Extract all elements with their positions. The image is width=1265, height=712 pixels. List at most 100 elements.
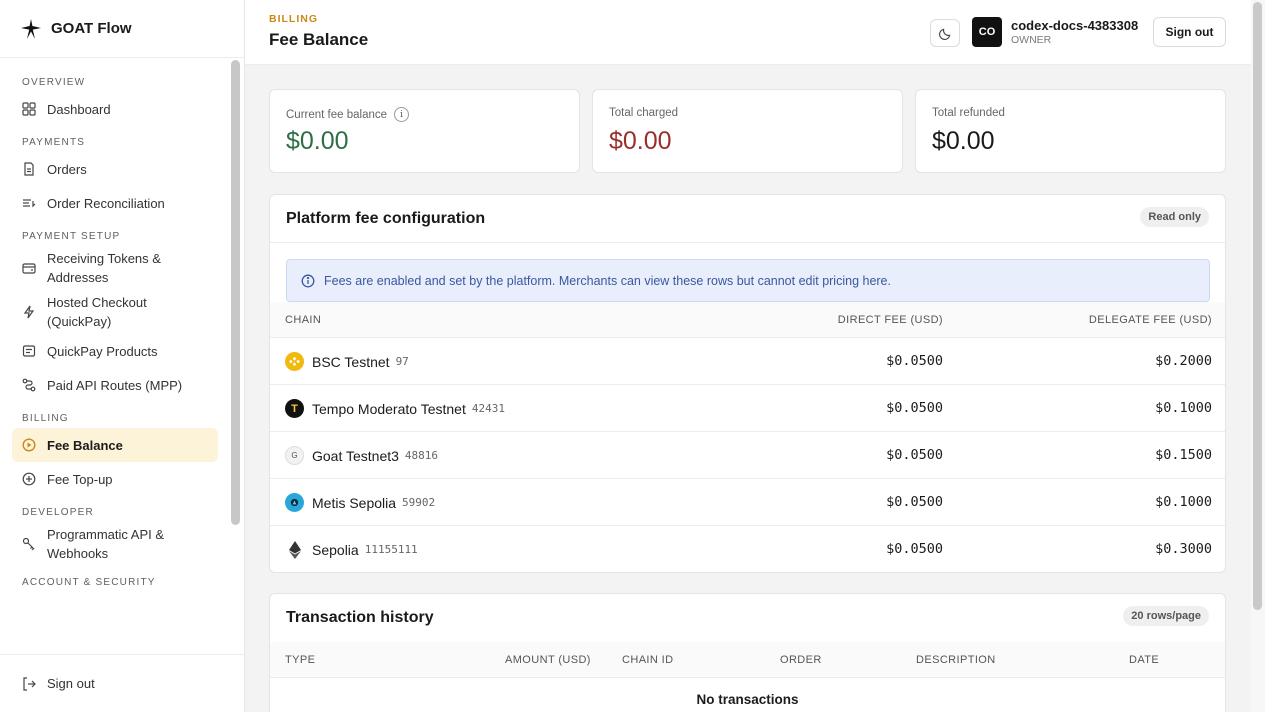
moon-icon [938,28,950,40]
divider [270,242,1225,243]
direct-fee: $0.0500 [886,494,943,510]
section-overview: OVERVIEW [22,77,86,88]
section-billing: BILLING [22,413,69,424]
route-icon [22,378,36,392]
document-icon [22,162,36,176]
col-chain-id: CHAIN ID [622,654,674,666]
delegate-fee: $0.1500 [1155,447,1212,463]
stat-label: Total refunded [932,107,1005,119]
delegate-fee: $0.1000 [1155,400,1212,416]
direct-fee: $0.0500 [886,447,943,463]
ethereum-icon [285,540,304,559]
stat-value: $0.00 [286,127,349,155]
tempo-icon: T [285,399,304,418]
sidebar-item-fee-top-up[interactable]: Fee Top-up [12,462,218,496]
sidebar-item-label: Hosted Checkout (QuickPay) [47,295,147,329]
section-title: Platform fee configuration [286,210,486,227]
empty-state: No transactions [696,692,799,707]
section-payments: PAYMENTS [22,137,86,148]
header-sign-out-button[interactable]: Sign out [1153,17,1226,47]
sidebar-item-paid-api-routes[interactable]: Paid API Routes (MPP) [12,368,218,402]
delegate-fee: $0.1000 [1155,494,1212,510]
goat-icon: G [285,446,304,465]
delegate-fee: $0.2000 [1155,353,1212,369]
chain-cell: BSC Testnet 97 [285,352,409,371]
breadcrumb: BILLING [269,13,318,25]
wallet-icon [22,261,36,275]
user-role: OWNER [1011,34,1052,46]
sidebar-item-label: Orders [47,161,87,177]
page-scrollbar-thumb[interactable] [1253,2,1262,610]
sidebar-item-order-reconciliation[interactable]: Order Reconciliation [12,186,218,220]
sidebar-item-label: Receiving Tokens & Addresses [47,251,161,285]
col-type: TYPE [285,654,316,666]
table-row: G Goat Testnet3 48816 $0.0500 $0.1500 [270,432,1225,479]
grid-icon [22,102,36,116]
coin-icon [22,438,36,452]
direct-fee: $0.0500 [886,541,943,557]
delegate-fee: $0.3000 [1155,541,1212,557]
col-date: DATE [1129,654,1160,666]
list-sync-icon [22,196,36,210]
chain-name: BSC Testnet [312,353,390,370]
fee-table-header: CHAIN DIRECT FEE (USD) DELEGATE FEE (USD… [270,302,1225,338]
stat-card-total-charged: Total charged $0.00 [592,89,903,173]
stat-label: Total charged [609,107,679,119]
table-row: Sepolia 11155111 $0.0500 $0.3000 [270,526,1225,572]
receipt-icon [22,344,36,358]
plus-circle-icon [22,472,36,486]
chain-name: Metis Sepolia [312,494,397,511]
sidebar: GOAT Flow OVERVIEW Dashboard PAYMENTS Or… [0,0,245,712]
rows-per-page-badge[interactable]: 20 rows/page [1123,606,1209,626]
brand[interactable]: GOAT Flow [0,0,244,58]
sidebar-nav: OVERVIEW Dashboard PAYMENTS Orders Order… [0,58,230,654]
sidebar-item-quickpay-products[interactable]: QuickPay Products [12,334,218,368]
chain-name: Tempo Moderato Testnet [312,400,466,417]
section-developer: DEVELOPER [22,507,94,518]
sidebar-item-programmatic-api[interactable]: Programmatic API & Webhooks [12,522,218,566]
sidebar-item-hosted-checkout[interactable]: Hosted Checkout (QuickPay) [12,290,218,334]
transactions-table-header: TYPE AMOUNT (USD) CHAIN ID ORDER DESCRIP… [270,642,1225,678]
sidebar-item-label: Fee Balance [47,437,123,453]
section-title: Transaction history [286,609,434,626]
chain-id: 48816 [404,449,439,462]
avatar[interactable]: CO [972,17,1002,47]
top-header: BILLING Fee Balance CO codex-docs-438330… [245,0,1251,65]
sidebar-item-label: Fee Top-up [47,471,113,487]
sidebar-item-label: QuickPay Products [47,343,158,359]
stat-label: Current fee balance i [286,107,410,122]
page-scrollbar[interactable] [1251,0,1265,712]
sidebar-item-dashboard[interactable]: Dashboard [12,92,218,126]
chain-id: 59902 [402,496,436,509]
col-delegate-fee: DELEGATE FEE (USD) [1088,314,1212,326]
sidebar-item-receiving-tokens[interactable]: Receiving Tokens & Addresses [12,246,218,290]
chain-name: Sepolia [312,541,359,558]
table-row: BSC Testnet 97 $0.0500 $0.2000 [270,338,1225,385]
chain-id: 97 [395,355,409,368]
sidebar-scrollbar[interactable] [231,60,240,525]
sidebar-sign-out[interactable]: Sign out [0,654,244,712]
lightning-icon [22,305,36,319]
sign-out-icon [23,676,36,691]
sidebar-item-label: Paid API Routes (MPP) [47,377,183,393]
transaction-history-card: Transaction history 20 rows/page TYPE AM… [269,593,1226,712]
col-description: DESCRIPTION [916,654,996,666]
chain-name: Goat Testnet3 [312,447,399,464]
user-name: codex-docs-4383308 [1011,18,1139,33]
key-icon [22,537,36,551]
col-amount: AMOUNT (USD) [505,654,591,666]
fee-config-card: Platform fee configuration Read only Fee… [269,194,1226,573]
info-icon[interactable]: i [394,107,410,122]
notice-text: Fees are enabled and set by the platform… [324,273,891,288]
stat-value: $0.00 [932,127,995,155]
sidebar-item-orders[interactable]: Orders [12,152,218,186]
col-chain: CHAIN [285,314,322,326]
sidebar-item-fee-balance[interactable]: Fee Balance [12,428,218,462]
col-order: ORDER [780,654,822,666]
chain-id: 11155111 [364,543,418,556]
chain-cell: T Tempo Moderato Testnet 42431 [285,399,505,418]
user-info: codex-docs-4383308 OWNER [1011,18,1138,46]
sidebar-item-label: Programmatic API & Webhooks [47,527,165,561]
table-row: T Tempo Moderato Testnet 42431 $0.0500 $… [270,385,1225,432]
theme-toggle-button[interactable] [930,19,960,47]
